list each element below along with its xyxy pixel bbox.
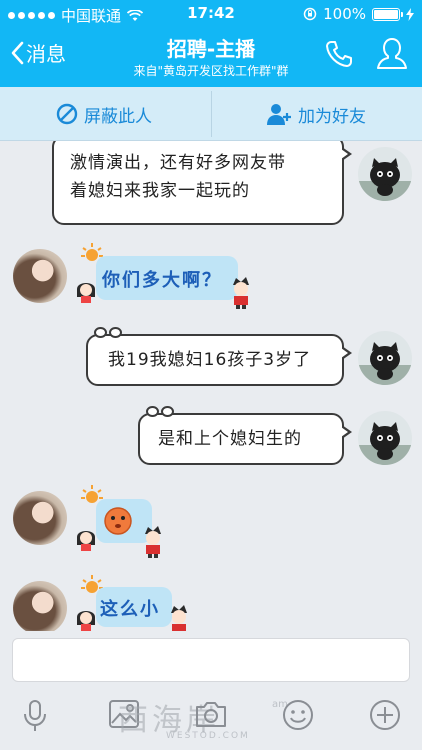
plus-circle-icon xyxy=(370,700,400,730)
message-text: 这么小 xyxy=(100,599,160,620)
add-friend-label: 加为好友 xyxy=(298,106,366,127)
block-user-button[interactable]: 屏蔽此人 xyxy=(56,87,152,141)
chat-subtitle: 来自"黄岛开发区找工作群"群 xyxy=(133,64,289,78)
message-text: 你们多大啊？ xyxy=(102,270,222,291)
phone-icon xyxy=(326,41,352,67)
message-bubble[interactable]: 我19我媳妇16孩子3岁了 xyxy=(86,327,352,386)
avatar[interactable] xyxy=(13,581,67,631)
more-button[interactable] xyxy=(369,699,401,735)
microphone-icon xyxy=(24,700,46,731)
cartoon-boy-icon xyxy=(145,526,161,558)
battery-percent: 100% xyxy=(323,5,366,23)
camera-button[interactable] xyxy=(194,699,228,733)
status-bar: 中国联通 17:42 100% xyxy=(0,0,422,28)
profile-button[interactable] xyxy=(375,36,409,76)
cat-avatar-icon xyxy=(358,158,412,201)
rotation-lock-icon xyxy=(303,7,317,21)
bubble-eyes-decoration xyxy=(146,406,174,417)
voice-button[interactable] xyxy=(22,699,48,737)
avatar[interactable] xyxy=(13,491,67,545)
message-input[interactable] xyxy=(12,638,410,682)
cat-avatar-icon xyxy=(358,422,412,465)
message-text-line: 着媳妇来我家一起玩的 xyxy=(70,181,250,201)
add-friend-button[interactable]: 加为好友 xyxy=(266,87,366,141)
message-bubble[interactable]: 是和上个媳妇生的 xyxy=(138,406,352,465)
input-bar: 西海岸 WESTOD.COM am xyxy=(0,631,422,750)
avatar[interactable] xyxy=(358,147,412,201)
call-button[interactable] xyxy=(323,38,355,74)
smiley-icon xyxy=(283,700,313,730)
sticker-text-bubble[interactable]: 你们多大啊？ xyxy=(96,256,238,300)
message-text: 我19我媳妇16孩子3岁了 xyxy=(108,350,312,370)
cat-avatar-icon xyxy=(358,342,412,385)
chat-screen: 中国联通 17:42 100% 消息 招聘-主播 来自"黄岛开发区找工作群"群 … xyxy=(0,0,422,750)
add-person-icon xyxy=(267,104,291,125)
battery-icon xyxy=(372,7,403,21)
action-bar: 屏蔽此人 加为好友 xyxy=(0,87,422,141)
cartoon-boy-icon xyxy=(171,605,187,631)
block-user-label: 屏蔽此人 xyxy=(84,106,152,127)
avatar[interactable] xyxy=(13,249,67,303)
avatar[interactable] xyxy=(358,411,412,465)
cartoon-boy-icon xyxy=(233,277,249,309)
message-text: 是和上个媳妇生的 xyxy=(158,429,302,449)
cartoon-girl-icon xyxy=(77,611,95,631)
action-divider xyxy=(211,91,212,137)
cartoon-girl-icon xyxy=(77,283,95,303)
chat-area[interactable]: 激情演出，还有好多网友带 着媳妇来我家一起玩的 你们多大啊？ 我19我媳妇16孩… xyxy=(0,141,422,631)
status-right: 100% xyxy=(303,5,414,23)
emoji-button[interactable] xyxy=(282,699,314,735)
block-icon xyxy=(56,103,78,125)
top-bar: 中国联通 17:42 100% 消息 招聘-主播 来自"黄岛开发区找工作群"群 xyxy=(0,0,422,87)
person-icon xyxy=(377,38,407,69)
cartoon-girl-icon xyxy=(77,531,95,551)
charging-icon xyxy=(406,7,414,21)
message-bubble[interactable]: 激情演出，还有好多网友带 着媳妇来我家一起玩的 xyxy=(52,141,352,225)
message-text-line: 激情演出，还有好多网友带 xyxy=(70,153,286,173)
sticker-text-bubble[interactable]: 这么小 xyxy=(96,587,172,627)
camera-icon xyxy=(196,702,226,727)
chat-title: 招聘-主播 xyxy=(166,37,256,61)
avatar[interactable] xyxy=(358,331,412,385)
bubble-eyes-decoration xyxy=(94,327,122,338)
